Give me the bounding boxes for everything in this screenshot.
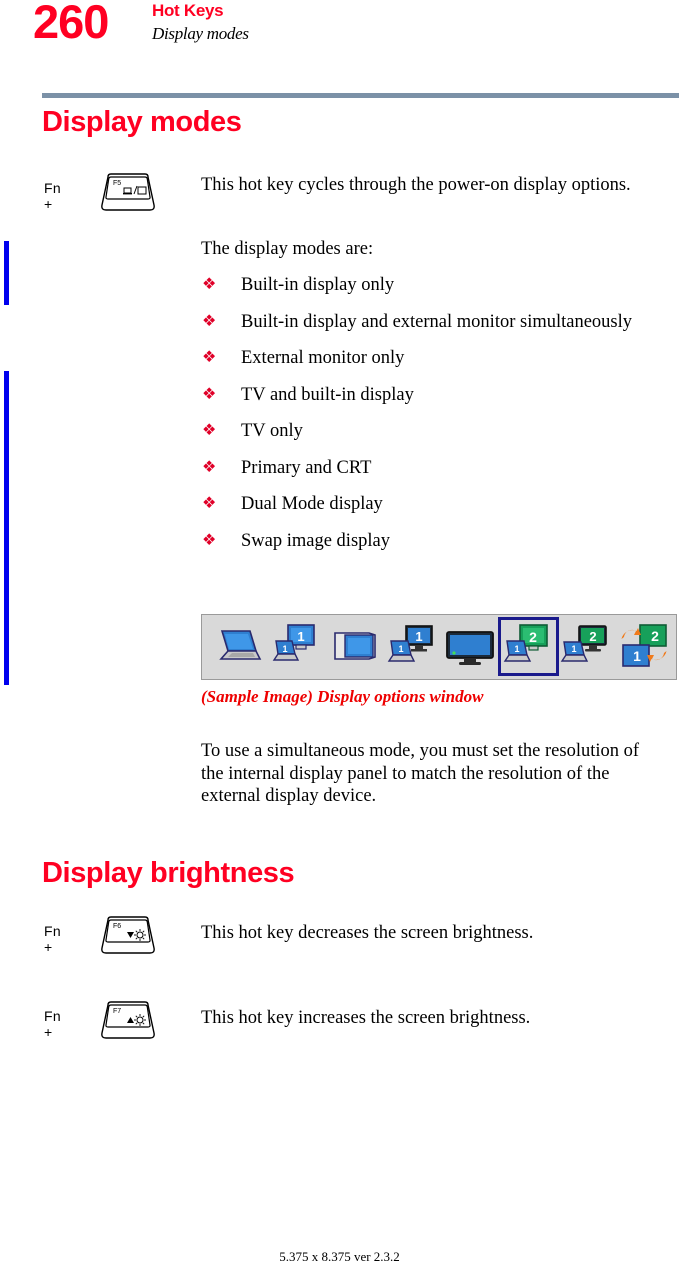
paragraph-hotkey-f6-description: This hot key decreases the screen bright… bbox=[201, 922, 671, 945]
svg-text:F5: F5 bbox=[113, 180, 121, 187]
paragraph-text: The display modes are: bbox=[201, 239, 374, 259]
list-item: ❖ TV and built-in display bbox=[201, 384, 671, 407]
bullet-diamond-icon: ❖ bbox=[202, 310, 217, 330]
svg-text:1: 1 bbox=[282, 644, 287, 654]
list-item: ❖ Built-in display and external monitor … bbox=[201, 311, 671, 334]
display-options-icon-strip: 1 1 1 1 2 1 2 1 2 1 bbox=[210, 617, 673, 676]
display-modes-list: ❖ Built-in display only ❖ Built-in displ… bbox=[201, 274, 671, 566]
display-option-laptop-and-monitor-extended[interactable]: 2 1 bbox=[498, 617, 559, 676]
paragraph-hotkey-f5-description: This hot key cycles through the power-on… bbox=[201, 174, 663, 197]
page-header: 260 Hot Keys Display modes bbox=[0, 0, 679, 62]
display-option-laptop-and-monitor-clone[interactable]: 1 1 bbox=[268, 619, 325, 674]
fn-plus-label: Fn + bbox=[44, 1008, 61, 1040]
svg-text:1: 1 bbox=[633, 648, 641, 664]
svg-text:1: 1 bbox=[415, 629, 422, 644]
bullet-diamond-icon: ❖ bbox=[202, 493, 217, 512]
list-item: ❖ Built-in display only bbox=[201, 274, 671, 297]
change-bar bbox=[4, 371, 9, 685]
list-item-label: Primary and CRT bbox=[241, 457, 372, 478]
keycap-f6-icon: F6 bbox=[96, 915, 160, 958]
list-item: ❖ Primary and CRT bbox=[201, 457, 671, 480]
page-footer: 5.375 x 8.375 ver 2.3.2 bbox=[279, 1249, 400, 1264]
list-item-label: TV only bbox=[241, 421, 303, 441]
header-divider-rule bbox=[42, 93, 679, 98]
page-number: 260 bbox=[33, 0, 109, 48]
bullet-diamond-icon: ❖ bbox=[202, 274, 217, 293]
list-item: ❖ External monitor only bbox=[201, 347, 671, 370]
bullet-diamond-icon: ❖ bbox=[202, 347, 217, 366]
paragraph-text: To use a simultaneous mode, you must set… bbox=[201, 741, 640, 806]
paragraph-text: This hot key increases the screen bright… bbox=[201, 1008, 531, 1028]
display-option-tv-only[interactable] bbox=[442, 619, 499, 674]
header-section-title: Display modes bbox=[152, 24, 249, 43]
svg-text:1: 1 bbox=[514, 644, 519, 654]
header-chapter-title: Hot Keys bbox=[152, 1, 224, 20]
list-item-label: Dual Mode display bbox=[241, 494, 383, 514]
paragraph-modes-lead-in: The display modes are: bbox=[201, 238, 671, 261]
svg-text:F6: F6 bbox=[113, 923, 121, 930]
svg-text:F7: F7 bbox=[113, 1008, 121, 1015]
bullet-diamond-icon: ❖ bbox=[202, 456, 217, 476]
keycap-f7-icon: F7 bbox=[96, 1000, 160, 1043]
paragraph-text: This hot key decreases the screen bright… bbox=[201, 923, 534, 943]
list-item-label: Built-in display only bbox=[241, 275, 395, 295]
fn-plus-label: Fn + bbox=[44, 180, 61, 212]
display-option-swap-displays[interactable]: 2 1 bbox=[616, 619, 673, 674]
list-item-label: Swap image display bbox=[241, 530, 391, 551]
display-option-laptop-and-tv-extended[interactable]: 2 1 bbox=[558, 619, 615, 674]
figure-caption: (Sample Image) Display options window bbox=[201, 687, 484, 706]
bullet-diamond-icon: ❖ bbox=[202, 383, 217, 403]
list-item-label: Built-in display and external monitor si… bbox=[241, 311, 633, 332]
display-option-external-monitor-only[interactable] bbox=[326, 619, 383, 674]
svg-text:1: 1 bbox=[297, 629, 304, 644]
svg-text:1: 1 bbox=[398, 644, 403, 654]
display-option-laptop-only[interactable] bbox=[210, 619, 267, 674]
paragraph-simultaneous-mode-note: To use a simultaneous mode, you must set… bbox=[201, 740, 653, 808]
display-options-window-image: 1 1 1 1 2 1 2 1 2 1 bbox=[201, 614, 677, 680]
section-heading-display-brightness: Display brightness bbox=[42, 857, 295, 889]
display-option-laptop-and-monitor-primary[interactable]: 1 1 bbox=[384, 619, 441, 674]
list-item: ❖ Swap image display bbox=[201, 530, 671, 553]
list-item: ❖ TV only bbox=[201, 420, 671, 443]
svg-text:2: 2 bbox=[589, 629, 596, 644]
list-item-label: TV and built-in display bbox=[241, 384, 414, 405]
list-item: ❖ Dual Mode display bbox=[201, 493, 671, 516]
fn-plus-label: Fn + bbox=[44, 923, 61, 955]
svg-text:2: 2 bbox=[651, 628, 659, 644]
bullet-diamond-icon: ❖ bbox=[202, 529, 217, 549]
sample-figure: 1 1 1 1 2 1 2 1 2 1 (Sample Image) Displ… bbox=[201, 614, 677, 706]
paragraph-hotkey-f7-description: This hot key increases the screen bright… bbox=[201, 1007, 671, 1030]
change-bar bbox=[4, 241, 9, 305]
list-item-label: External monitor only bbox=[241, 348, 405, 368]
svg-text:2: 2 bbox=[529, 629, 537, 645]
svg-text:1: 1 bbox=[571, 644, 576, 654]
page-title: Display modes bbox=[42, 106, 242, 138]
header-text-group: Hot Keys Display modes bbox=[152, 0, 249, 46]
keycap-f5-icon: F5 bbox=[96, 172, 160, 215]
paragraph-text: This hot key cycles through the power-on… bbox=[201, 175, 631, 195]
bullet-diamond-icon: ❖ bbox=[202, 420, 217, 439]
